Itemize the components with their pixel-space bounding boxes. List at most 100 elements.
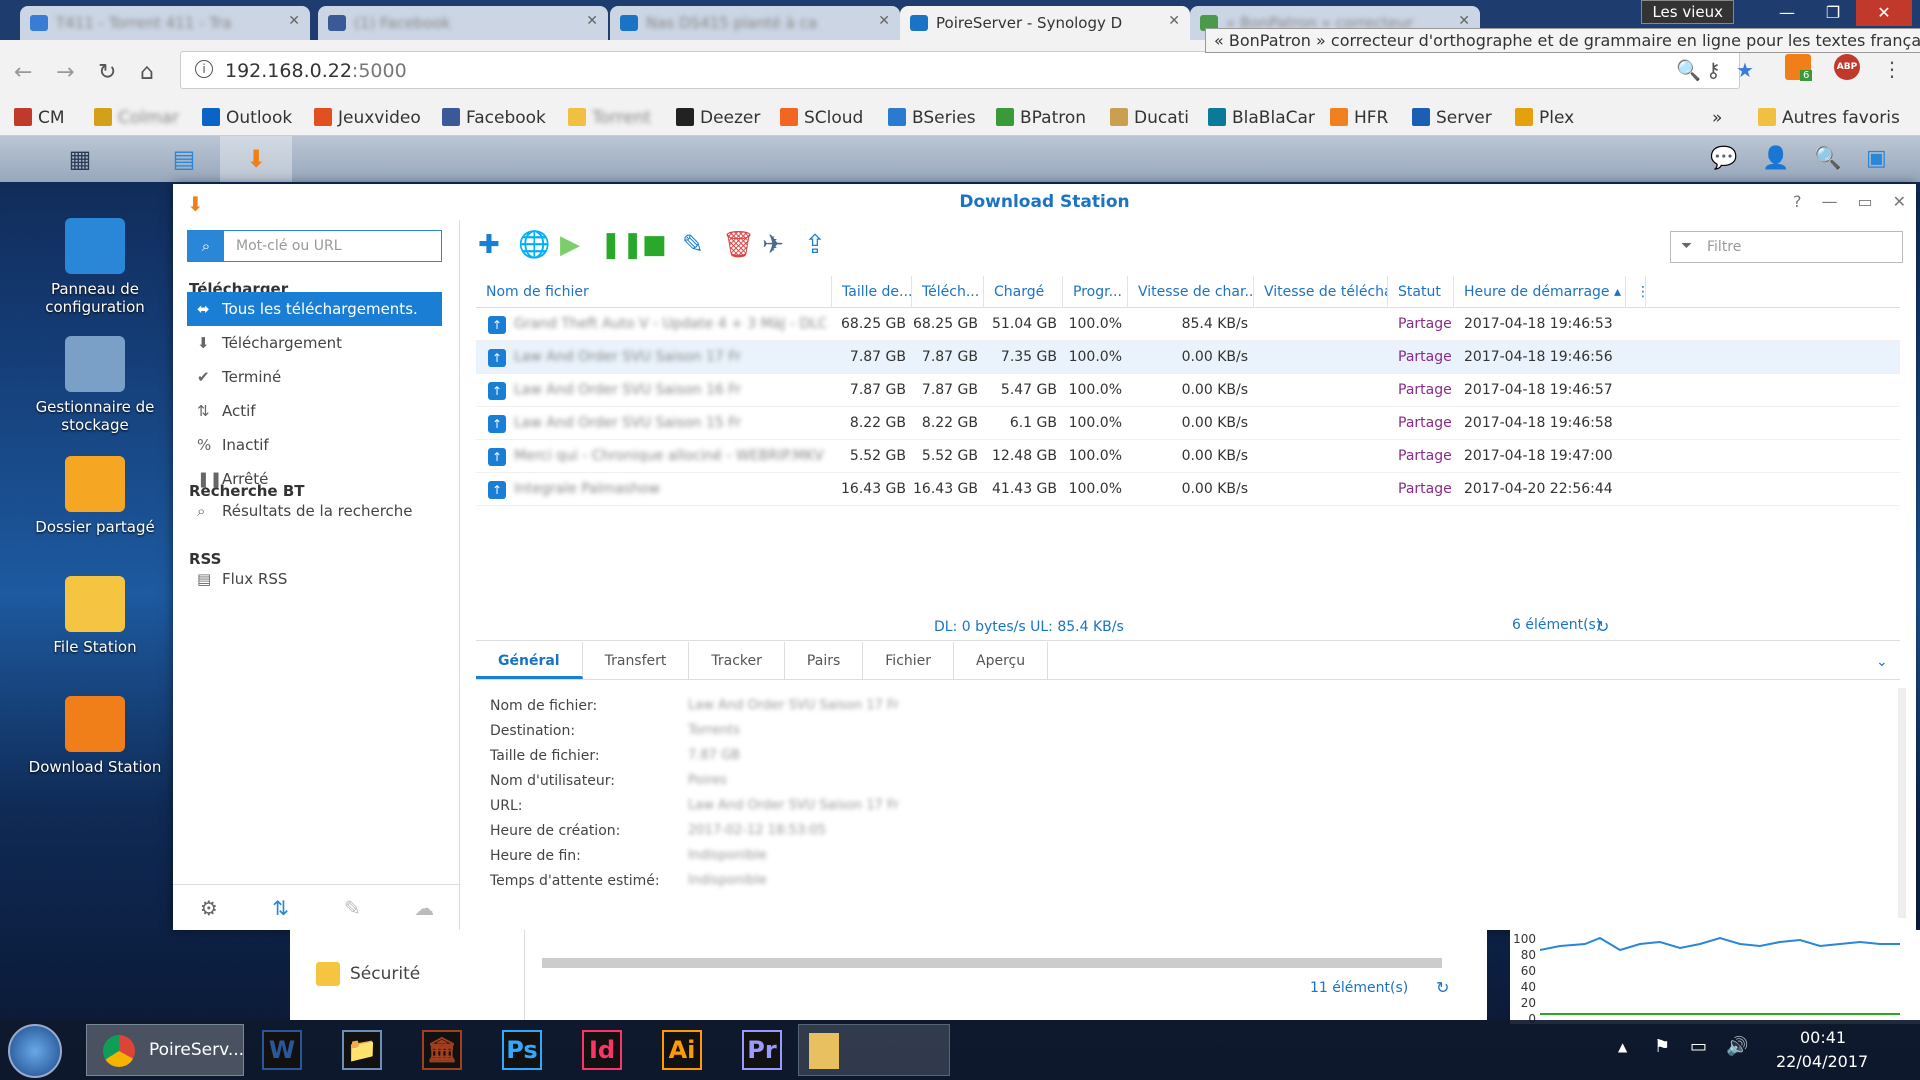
cloud-icon[interactable]: ☁ (388, 885, 460, 930)
help-icon[interactable]: ? (1793, 192, 1802, 211)
column-header[interactable]: Progr... (1063, 276, 1128, 308)
desktop-icon[interactable]: Panneau de configuration (20, 218, 170, 316)
bookmark-item[interactable]: CM (14, 100, 65, 136)
delete-icon[interactable]: 🗑 (722, 231, 755, 259)
taskbar-app[interactable]: Pr (726, 1026, 798, 1074)
tab-close-icon[interactable]: ✕ (586, 13, 598, 29)
taskbar-app[interactable]: 🏛 (406, 1026, 478, 1074)
bookmark-item[interactable]: Torrent (568, 100, 651, 136)
column-header[interactable]: Statut (1388, 276, 1454, 308)
show-hidden-icons[interactable]: ▲ (1618, 1040, 1627, 1054)
detail-tab[interactable]: Fichier (863, 642, 955, 679)
sidebar-item-rss[interactable]: ▤ Flux RSS (187, 562, 442, 596)
table-row[interactable]: ↑ Law And Order SVU Saison 17 Fr 7.87 GB 7.… (476, 341, 1900, 374)
start-button[interactable] (8, 1024, 62, 1078)
search-icon[interactable]: ⌕ (188, 231, 224, 261)
bookmark-star-icon[interactable]: ★ (1736, 58, 1754, 82)
taskbar-app[interactable]: Ps (486, 1026, 558, 1074)
download-station-tab[interactable]: ⬇ (220, 136, 292, 182)
browser-tab[interactable]: T411 - Torrent 411 - Tra ✕ (20, 6, 310, 40)
taskbar-app[interactable]: Ai (646, 1026, 718, 1074)
tab-close-icon[interactable]: ✕ (1168, 13, 1180, 29)
edit-icon[interactable]: ✎ (682, 231, 704, 259)
address-bar[interactable]: i 192.168.0.22:5000 🔍 ⚷ ★ (180, 51, 1754, 89)
sidebar-item[interactable]: ⬌ Tous les téléchargements. (187, 292, 442, 326)
column-header[interactable]: Heure de démarrage ▴ (1454, 276, 1626, 308)
bookmarks-more[interactable]: » (1712, 100, 1722, 136)
desktop-icon[interactable]: Download Station (20, 696, 170, 776)
taskbar-app[interactable]: 📁 (326, 1026, 398, 1074)
bookmark-item[interactable]: BlaBlaCar (1208, 100, 1315, 136)
browser-tab[interactable]: (1) Facebook ✕ (318, 6, 608, 40)
network-icon[interactable]: ▭ (1690, 1036, 1707, 1057)
control-panel-tab[interactable]: ▤ (148, 136, 220, 182)
taskbar-app[interactable]: W (246, 1026, 318, 1074)
adblock-icon[interactable]: ABP (1834, 54, 1860, 80)
taskbar-app[interactable]: Id (566, 1026, 638, 1074)
column-header[interactable]: Nom de fichier (476, 276, 832, 308)
column-header[interactable]: Vitesse de télécha... (1254, 276, 1388, 308)
menu-icon[interactable]: ⋮ (1882, 57, 1902, 81)
bookmark-item[interactable]: Jeuxvideo (314, 100, 421, 136)
add-icon[interactable]: ✚ (478, 231, 500, 259)
bookmark-item[interactable]: BPatron (996, 100, 1086, 136)
resume-icon[interactable]: ▶ (560, 231, 580, 259)
tab-close-icon[interactable]: ✕ (1458, 13, 1470, 29)
table-row[interactable]: ↑ Law And Order SVU Saison 16 Fr 7.87 GB 7.… (476, 374, 1900, 407)
refresh-icon[interactable]: ↻ (1436, 978, 1449, 997)
bookmark-item[interactable]: Plex (1515, 100, 1574, 136)
profile-button[interactable]: Les vieux (1641, 0, 1734, 24)
bookmark-item[interactable]: Deezer (676, 100, 760, 136)
detail-tab[interactable]: Aperçu (954, 642, 1049, 679)
table-row[interactable]: ↑ Merci qui - Chronique allociné - WEBRIP… (476, 440, 1900, 473)
detail-tab[interactable]: Pairs (785, 642, 864, 679)
clear-icon[interactable]: ✈ (762, 231, 784, 259)
main-menu-icon[interactable]: ▦ (44, 136, 116, 182)
settings-icon[interactable]: ⚙ (173, 885, 245, 930)
column-header[interactable]: Téléch... (912, 276, 984, 308)
zoom-icon[interactable]: 🔍 (1676, 58, 1701, 82)
minimize-button[interactable]: — (1764, 0, 1810, 26)
bookmark-item[interactable]: Facebook (442, 100, 546, 136)
reload-icon[interactable]: ↻ (98, 60, 116, 85)
tab-close-icon[interactable]: ✕ (288, 13, 300, 29)
clean-icon[interactable]: ✎ (317, 885, 389, 930)
browser-tab[interactable]: Nas DS415 planté à ca ✕ (610, 6, 900, 40)
user-icon[interactable]: 👤 (1762, 146, 1789, 171)
table-row[interactable]: ↑ Law And Order SVU Saison 15 Fr 8.22 GB 8.… (476, 407, 1900, 440)
sidebar-item[interactable]: ⇅ Actif (187, 394, 442, 428)
sidebar-item[interactable]: ⬇ Téléchargement (187, 326, 442, 360)
info-icon[interactable]: i (195, 60, 213, 78)
add-url-icon[interactable]: 🌐 (518, 231, 550, 259)
detail-tab[interactable]: Tracker (689, 642, 785, 679)
column-header[interactable]: Vitesse de char... (1128, 276, 1254, 308)
filter-input[interactable]: ⏷ Filtre (1670, 231, 1903, 263)
back-icon[interactable]: ← (14, 60, 32, 85)
bookmark-item[interactable]: BSeries (888, 100, 976, 136)
sidebar-item-bt-results[interactable]: ⌕ Résultats de la recherche (187, 494, 442, 528)
bookmark-item[interactable]: Server (1412, 100, 1492, 136)
pause-icon[interactable]: ❚❚ (600, 231, 644, 259)
tab-close-icon[interactable]: ✕ (878, 13, 890, 29)
bookmark-item[interactable]: Ducati (1110, 100, 1189, 136)
home-icon[interactable]: ⌂ (140, 60, 154, 85)
detail-tab[interactable]: Général (476, 642, 583, 679)
chrome-taskbar-item[interactable]: PoireServ... (86, 1024, 244, 1076)
table-row[interactable]: ↑ Grand Theft Auto V - Update 4 + 3 MàJ -… (476, 308, 1900, 341)
bookmark-item[interactable]: SCloud (780, 100, 863, 136)
forward-icon[interactable]: → (56, 60, 74, 85)
maximize-icon[interactable]: ▭ (1857, 192, 1872, 211)
transfer-icon[interactable]: ⇅ (245, 885, 317, 930)
search-field[interactable]: ⌕ Mot-clé ou URL (187, 230, 442, 262)
search-icon[interactable]: 🔍 (1814, 146, 1841, 171)
details-scrollbar[interactable] (1898, 688, 1906, 918)
key-icon[interactable]: ⚷ (1706, 58, 1721, 82)
bookmark-item[interactable]: Outlook (202, 100, 292, 136)
table-row[interactable]: ↑ Integrale Palmashow 16.43 GB 16.43 GB 41.4… (476, 473, 1900, 506)
widgets-icon[interactable]: ▣ (1866, 146, 1887, 171)
notifications-icon[interactable]: 💬 (1710, 146, 1737, 171)
sidebar-item[interactable]: % Inactif (187, 428, 442, 462)
stop-icon[interactable]: ■ (642, 231, 667, 259)
browser-tab[interactable]: PoireServer - Synology D ✕ (900, 6, 1190, 40)
close-icon[interactable]: ✕ (1893, 192, 1906, 211)
